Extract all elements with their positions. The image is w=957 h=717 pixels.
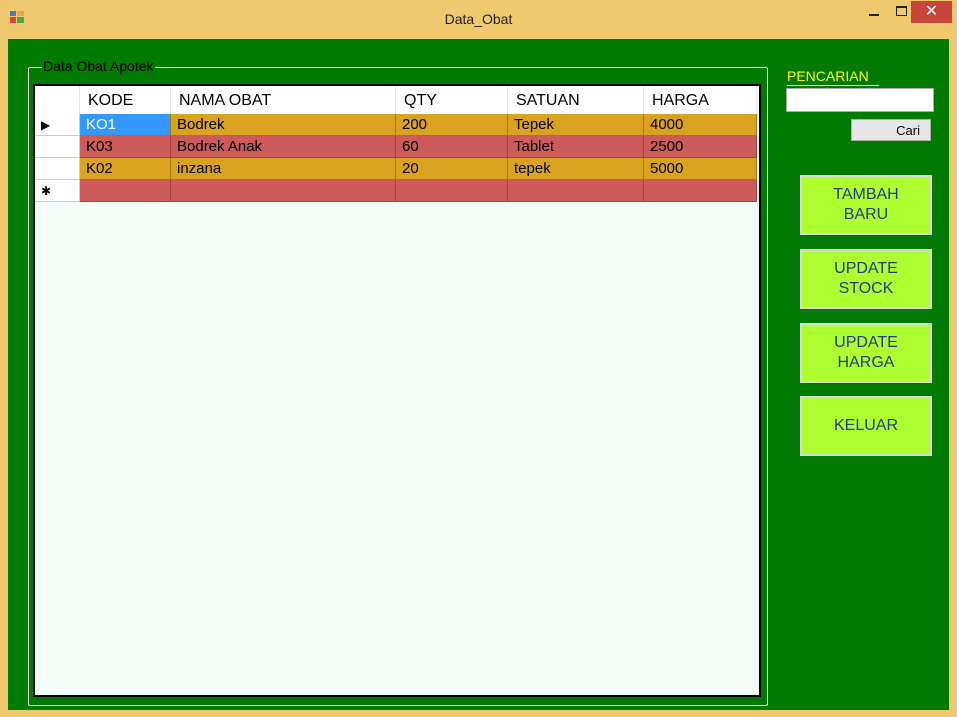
table-row[interactable]: ▶ KO1 Bodrek 200 Tepek 4000 <box>35 114 757 136</box>
data-grid[interactable]: KODE NAMA OBAT QTY SATUAN HARGA ▶ KO1 Bo… <box>33 84 761 697</box>
cell-harga[interactable]: 2500 <box>644 136 757 158</box>
row-selector[interactable] <box>35 136 80 158</box>
minimize-button[interactable] <box>860 1 888 23</box>
search-button[interactable]: Cari <box>851 119 931 141</box>
row-selector-current-icon[interactable]: ▶ <box>35 114 80 136</box>
minimize-icon <box>869 14 879 16</box>
table-row[interactable]: K02 inzana 20 tepek 5000 <box>35 158 757 180</box>
update-stock-button[interactable]: UPDATE STOCK <box>800 249 932 309</box>
table-row-new[interactable]: ✱ <box>35 180 757 202</box>
cell-qty[interactable]: 60 <box>396 136 508 158</box>
row-selector-new-icon[interactable]: ✱ <box>35 180 80 202</box>
cell-kode[interactable] <box>80 180 171 202</box>
column-header-nama-obat[interactable]: NAMA OBAT <box>171 86 396 114</box>
cell-qty[interactable]: 20 <box>396 158 508 180</box>
column-header-kode[interactable]: KODE <box>80 86 171 114</box>
cell-kode[interactable]: K03 <box>80 136 171 158</box>
cell-satuan[interactable]: Tablet <box>508 136 644 158</box>
cell-qty[interactable] <box>396 180 508 202</box>
maximize-icon <box>896 6 907 16</box>
tambah-baru-button[interactable]: TAMBAH BARU <box>800 175 932 235</box>
search-input[interactable] <box>786 88 934 112</box>
column-header-harga[interactable]: HARGA <box>644 86 757 114</box>
cell-harga[interactable] <box>644 180 757 202</box>
search-label: PENCARIAN <box>787 68 879 86</box>
cell-nama-obat[interactable]: Bodrek <box>171 114 396 136</box>
cell-kode[interactable]: K02 <box>80 158 171 180</box>
row-selector[interactable] <box>35 158 80 180</box>
column-header-qty[interactable]: QTY <box>396 86 508 114</box>
cell-satuan[interactable]: tepek <box>508 158 644 180</box>
cell-nama-obat[interactable]: Bodrek Anak <box>171 136 396 158</box>
cell-harga[interactable]: 5000 <box>644 158 757 180</box>
cell-nama-obat[interactable]: inzana <box>171 158 396 180</box>
cell-nama-obat[interactable] <box>171 180 396 202</box>
cell-satuan[interactable]: Tepek <box>508 114 644 136</box>
close-button[interactable]: ✕ <box>911 1 952 23</box>
group-box-caption: Data Obat Apotek <box>42 58 155 74</box>
table-row[interactable]: K03 Bodrek Anak 60 Tablet 2500 <box>35 136 757 158</box>
cell-harga[interactable]: 4000 <box>644 114 757 136</box>
cell-kode[interactable]: KO1 <box>80 114 171 136</box>
cell-satuan[interactable] <box>508 180 644 202</box>
column-header-satuan[interactable]: SATUAN <box>508 86 644 114</box>
window-title: Data_Obat <box>444 11 513 27</box>
keluar-button[interactable]: KELUAR <box>800 396 932 456</box>
header-corner[interactable] <box>35 86 80 114</box>
grid-header: KODE NAMA OBAT QTY SATUAN HARGA <box>35 86 759 114</box>
update-harga-button[interactable]: UPDATE HARGA <box>800 323 932 383</box>
close-icon: ✕ <box>924 3 939 20</box>
cell-qty[interactable]: 200 <box>396 114 508 136</box>
title-bar[interactable]: Data_Obat ✕ <box>0 0 957 39</box>
